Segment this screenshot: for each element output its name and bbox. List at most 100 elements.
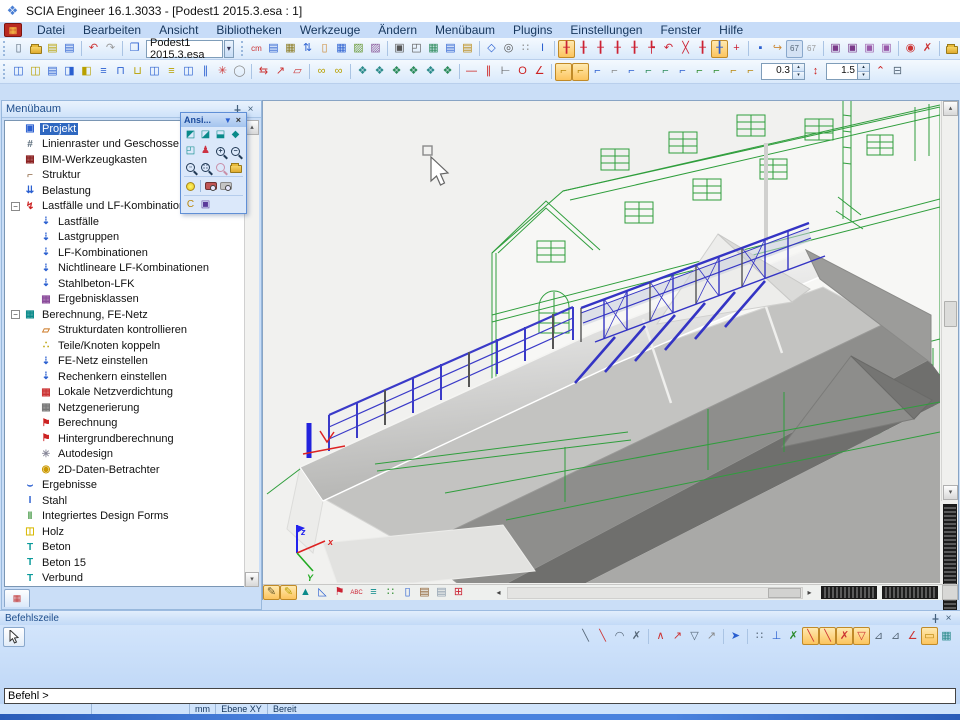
scale-loads-icon[interactable]: ↕ bbox=[807, 63, 824, 81]
select-by-5-icon[interactable]: ❖ bbox=[422, 63, 439, 81]
tree-item-nichtlineare-lf-kombinationen[interactable]: ⇣Nichtlineare LF-Kombinationen bbox=[5, 261, 258, 277]
gallery-picture-icon[interactable]: ▨ bbox=[350, 40, 367, 58]
viewport-3d-scene[interactable]: z x Y bbox=[263, 101, 940, 583]
snap-perpendicular-icon[interactable]: ⊥ bbox=[768, 627, 785, 645]
zoom-in-icon[interactable]: + bbox=[213, 143, 228, 159]
project-combo[interactable]: Podest1 2015.3.esa bbox=[146, 40, 223, 58]
print-icon[interactable]: ▣ bbox=[391, 40, 408, 58]
tree-item-lastfaelle[interactable]: ⇣Lastfälle bbox=[5, 214, 258, 230]
toolbar-grip[interactable] bbox=[241, 41, 244, 56]
support-add-icon[interactable]: ╂ bbox=[694, 40, 711, 58]
menu-ansicht[interactable]: Ansicht bbox=[150, 22, 207, 38]
tree-item-berechnung[interactable]: ⚑Berechnung bbox=[5, 416, 258, 432]
tree-item-netzgenerierung[interactable]: ▦Netzgenerierung bbox=[5, 400, 258, 416]
scia-logo-icon[interactable]: ▦ bbox=[4, 23, 22, 37]
beam-view-1-icon[interactable]: ⌐ bbox=[555, 63, 572, 81]
toggle-hatching-icon[interactable]: ∥ bbox=[197, 63, 214, 81]
close-viewport-icon[interactable]: ❐ bbox=[126, 40, 143, 58]
paste-special-2-icon[interactable]: ▣ bbox=[844, 40, 861, 58]
toggle-shrink-icon[interactable]: ◨ bbox=[61, 63, 78, 81]
draw-line-icon[interactable]: — bbox=[463, 63, 480, 81]
select-by-1-icon[interactable]: ❖ bbox=[354, 63, 371, 81]
toggle-node-display-icon[interactable]: ◫ bbox=[10, 63, 27, 81]
snap-node-icon[interactable]: ▽ bbox=[853, 627, 870, 645]
status-plane[interactable]: Ebene XY bbox=[216, 704, 268, 714]
menu-werkzeuge[interactable]: Werkzeuge bbox=[291, 22, 369, 38]
snap-triangle-icon[interactable]: ▽ bbox=[686, 627, 703, 645]
view-glasses-2-icon[interactable]: ∞ bbox=[330, 63, 347, 81]
menu-plugins[interactable]: Plugins bbox=[504, 22, 561, 38]
viewport-3d[interactable]: z x Y ▴ ▾ ✎✎▲◺⚑ABC≡∷▯▤▤⊞ ◂ ▸ bbox=[262, 100, 959, 600]
select-by-6-icon[interactable]: ❖ bbox=[439, 63, 456, 81]
toggle-nodes-icon[interactable]: ⊔ bbox=[129, 63, 146, 81]
spinner-down-icon[interactable]: ▾ bbox=[858, 71, 869, 79]
tree-item-holz[interactable]: ◫Holz bbox=[5, 524, 258, 540]
result-pen-1-icon[interactable]: ✎ bbox=[263, 585, 280, 600]
view-glasses-1-icon[interactable]: ∞ bbox=[313, 63, 330, 81]
toggle-dimensions-icon[interactable]: ◫ bbox=[180, 63, 197, 81]
layout-67-b-icon[interactable]: 67 bbox=[803, 40, 820, 58]
beam-view-3-icon[interactable]: ⌐ bbox=[589, 63, 606, 81]
toggle-member-display-icon[interactable]: ◫ bbox=[27, 63, 44, 81]
new-document-icon[interactable]: ▯ bbox=[10, 40, 27, 58]
walk-mode-icon[interactable]: ♟ bbox=[198, 143, 213, 159]
toolbar-grip[interactable] bbox=[3, 64, 6, 79]
view-front-icon[interactable]: ◩ bbox=[183, 127, 198, 143]
menu-aendern[interactable]: Ändern bbox=[369, 22, 426, 38]
mesh-size-spinner[interactable]: 0.3 ▴▾ bbox=[761, 63, 805, 80]
toggle-wireframe-icon[interactable]: ◯ bbox=[231, 63, 248, 81]
beam-view-11-icon[interactable]: ⌐ bbox=[725, 63, 742, 81]
menu-fenster[interactable]: Fenster bbox=[651, 22, 710, 38]
view-settings-icon[interactable]: ▣ bbox=[198, 197, 213, 213]
horizontal-resize-handle-1[interactable] bbox=[821, 586, 877, 599]
zoom-all-icon[interactable]: ∷ bbox=[198, 159, 213, 175]
layout-67-a-icon[interactable]: 67 bbox=[786, 40, 803, 58]
redo-icon[interactable]: ↷ bbox=[102, 40, 119, 58]
tree-item-hintergrundberechnung[interactable]: ⚑Hintergrundberechnung bbox=[5, 431, 258, 447]
scrollbar-thumb[interactable] bbox=[944, 301, 957, 327]
tree-item-verbund[interactable]: TVerbund bbox=[5, 571, 258, 587]
toggle-local-axes-icon[interactable]: ≡ bbox=[95, 63, 112, 81]
support-display-all-icon[interactable]: ╂ bbox=[711, 40, 728, 58]
snap-vertex-icon[interactable]: ∧ bbox=[652, 627, 669, 645]
viewport-vertical-scrollbar[interactable]: ▴ ▾ bbox=[941, 101, 958, 501]
paste-special-4-icon[interactable]: ▣ bbox=[878, 40, 895, 58]
volume-display-icon[interactable]: ▲ bbox=[297, 585, 314, 600]
layers-icon[interactable]: ▤ bbox=[265, 40, 282, 58]
menu-menuebaum[interactable]: Menübaum bbox=[426, 22, 504, 38]
tree-item-fe-netz-einstellen[interactable]: ⇣FE-Netz einstellen bbox=[5, 354, 258, 370]
snap-extension-icon[interactable]: ↗ bbox=[703, 627, 720, 645]
toggle-supports-icon[interactable]: ◫ bbox=[146, 63, 163, 81]
chevron-down-icon[interactable]: ▼ bbox=[222, 116, 234, 125]
scroll-up-icon[interactable]: ▴ bbox=[943, 101, 958, 116]
support-display-1-icon[interactable]: ╂ bbox=[558, 40, 575, 58]
table-composer-icon[interactable]: ▦ bbox=[425, 40, 442, 58]
paste-special-1-icon[interactable]: ▣ bbox=[827, 40, 844, 58]
menu-bearbeiten[interactable]: Bearbeiten bbox=[74, 22, 150, 38]
select-by-4-icon[interactable]: ❖ bbox=[405, 63, 422, 81]
activity-icon[interactable]: ⇅ bbox=[299, 40, 316, 58]
coord-grid-icon[interactable]: ▦ bbox=[333, 40, 350, 58]
render-doc-1-icon[interactable]: ▤ bbox=[416, 585, 433, 600]
spinner-down-icon[interactable]: ▾ bbox=[793, 71, 804, 79]
snap-endpoint-icon[interactable]: ╲ bbox=[594, 627, 611, 645]
snap-intersection-icon[interactable]: ✗ bbox=[785, 627, 802, 645]
select-by-3-icon[interactable]: ❖ bbox=[388, 63, 405, 81]
tree-item-stahlbeton-lfk[interactable]: ⇣Stahlbeton-LFK bbox=[5, 276, 258, 292]
export-view-icon[interactable]: ↪ bbox=[769, 40, 786, 58]
beam-view-9-icon[interactable]: ⌐ bbox=[691, 63, 708, 81]
search-document-icon[interactable]: ◎ bbox=[500, 40, 517, 58]
beam-view-12-icon[interactable]: ⌐ bbox=[742, 63, 759, 81]
tree-item-lf-kombinationen[interactable]: ⇣LF-Kombinationen bbox=[5, 245, 258, 261]
support-display-5-icon[interactable]: ╂ bbox=[626, 40, 643, 58]
section-door-icon[interactable]: ▯ bbox=[399, 585, 416, 600]
snap-line-icon[interactable]: ╲ bbox=[577, 627, 594, 645]
pin-icon[interactable] bbox=[929, 612, 942, 625]
zoom-window-icon[interactable]: ▫ bbox=[183, 159, 198, 175]
light-toggle-icon[interactable] bbox=[183, 178, 198, 194]
document-icon[interactable]: ▤ bbox=[442, 40, 459, 58]
open-project-icon[interactable] bbox=[27, 40, 44, 58]
snap-table-icon[interactable]: ▦ bbox=[938, 627, 955, 645]
crosshair-icon[interactable]: + bbox=[728, 40, 745, 58]
select-by-2-icon[interactable]: ❖ bbox=[371, 63, 388, 81]
